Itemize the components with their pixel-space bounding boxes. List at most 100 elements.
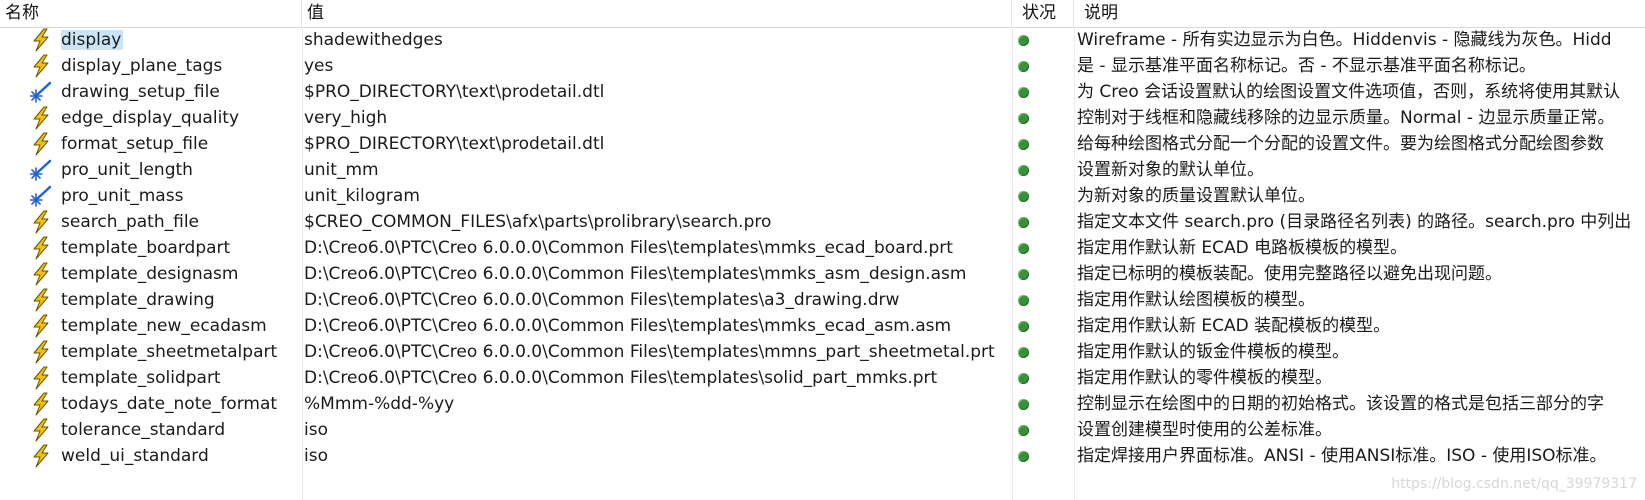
option-description: 为 Creo 会话设置默认的绘图设置文件选项值，否则，系统将使用其默认: [1077, 82, 1621, 102]
table-row[interactable]: format_setup_file $PRO_DIRECTORY\text\pro…: [0, 131, 1645, 157]
option-name[interactable]: tolerance_standard: [61, 417, 301, 443]
table-body: display shadewithedges Wireframe - 所有实边显示为…: [0, 27, 1645, 469]
status-dot-icon: [1018, 321, 1029, 332]
table-row[interactable]: template_new_ecadasm D:\Creo6.0\PTC\Creo …: [0, 313, 1645, 339]
option-name[interactable]: template_sheetmetalpart: [61, 339, 301, 365]
status-dot-icon: [1018, 373, 1029, 384]
option-description: 控制对于线框和隐藏线移除的边显示质量。Normal - 边显示质量正常。: [1077, 108, 1615, 128]
table-row[interactable]: display shadewithedges Wireframe - 所有实边显示为…: [0, 27, 1645, 53]
status-cell: [1018, 157, 1068, 183]
option-name[interactable]: display_plane_tags: [61, 53, 301, 79]
option-value[interactable]: unit_kilogram: [304, 183, 1009, 209]
option-description: 给每种绘图格式分配一个分配的设置文件。要为绘图格式分配绘图参数: [1077, 134, 1604, 154]
option-value[interactable]: $PRO_DIRECTORY\text\prodetail.dtl: [304, 131, 1009, 157]
option-description: 是 - 显示基准平面名称标记。否 - 不显示基准平面名称标记。: [1077, 56, 1536, 76]
option-value[interactable]: D:\Creo6.0\PTC\Creo 6.0.0.0\Common Files…: [304, 261, 1009, 287]
option-name-text: todays_date_note_format: [61, 394, 278, 414]
option-name-text: display_plane_tags: [61, 56, 223, 76]
table-row[interactable]: template_boardpart D:\Creo6.0\PTC\Creo 6.…: [0, 235, 1645, 261]
lightning-icon: [30, 313, 54, 339]
option-name[interactable]: pro_unit_length: [61, 157, 301, 183]
option-value[interactable]: iso: [304, 443, 1009, 469]
table-row[interactable]: drawing_setup_file $PRO_DIRECTORY\text\pr…: [0, 79, 1645, 105]
option-name[interactable]: template_boardpart: [61, 235, 301, 261]
option-description: 指定文本文件 search.pro (目录路径名列表) 的路径。search.p…: [1077, 212, 1632, 232]
star-wand-icon: [30, 79, 54, 105]
option-description: Wireframe - 所有实边显示为白色。Hiddenvis - 隐藏线为灰色…: [1077, 30, 1612, 50]
column-header-value[interactable]: 值: [302, 0, 1012, 27]
option-description: 指定用作默认绘图模板的模型。: [1077, 290, 1315, 310]
status-dot-icon: [1018, 191, 1029, 202]
option-name[interactable]: format_setup_file: [61, 131, 301, 157]
lightning-icon: [30, 131, 54, 157]
option-name-text: weld_ui_standard: [61, 446, 209, 466]
status-cell: [1018, 105, 1068, 131]
option-name-text: template_boardpart: [61, 238, 231, 258]
table-row[interactable]: display_plane_tags yes 是 - 显示基准平面名称标记。否 - …: [0, 53, 1645, 79]
option-value[interactable]: D:\Creo6.0\PTC\Creo 6.0.0.0\Common Files…: [304, 365, 1009, 391]
option-value[interactable]: unit_mm: [304, 157, 1009, 183]
table-row[interactable]: pro_unit_length unit_mm 设置新对象的默认单位。: [0, 157, 1645, 183]
option-value[interactable]: shadewithedges: [304, 27, 1009, 53]
option-name[interactable]: template_new_ecadasm: [61, 313, 301, 339]
status-cell: [1018, 235, 1068, 261]
lightning-icon: [30, 27, 54, 53]
option-name[interactable]: todays_date_note_format: [61, 391, 301, 417]
status-cell: [1018, 261, 1068, 287]
table-header: 名称 值 状况 说明: [0, 0, 1645, 28]
table-row[interactable]: search_path_file $CREO_COMMON_FILES\afx\p…: [0, 209, 1645, 235]
column-header-description[interactable]: 说明: [1074, 0, 1645, 27]
option-value[interactable]: iso: [304, 417, 1009, 443]
status-dot-icon: [1018, 243, 1029, 254]
option-value[interactable]: D:\Creo6.0\PTC\Creo 6.0.0.0\Common Files…: [304, 313, 1009, 339]
option-description: 指定用作默认的零件模板的模型。: [1077, 368, 1332, 388]
table-row[interactable]: tolerance_standard iso 设置创建模型时使用的公差标准。: [0, 417, 1645, 443]
table-row[interactable]: template_designasm D:\Creo6.0\PTC\Creo 6.…: [0, 261, 1645, 287]
option-name[interactable]: display: [61, 27, 301, 53]
status-dot-icon: [1018, 217, 1029, 228]
column-header-status[interactable]: 状况: [1012, 0, 1074, 27]
table-row[interactable]: pro_unit_mass unit_kilogram 为新对象的质量设置默认单位。: [0, 183, 1645, 209]
lightning-icon: [30, 261, 54, 287]
option-value[interactable]: D:\Creo6.0\PTC\Creo 6.0.0.0\Common Files…: [304, 287, 1009, 313]
table-row[interactable]: template_solidpart D:\Creo6.0\PTC\Creo 6.…: [0, 365, 1645, 391]
lightning-icon: [30, 417, 54, 443]
table-row[interactable]: weld_ui_standard iso 指定焊接用户界面标准。ANSI - 使用A…: [0, 443, 1645, 469]
option-value[interactable]: %Mmm-%dd-%yy: [304, 391, 1009, 417]
option-name[interactable]: edge_display_quality: [61, 105, 301, 131]
star-wand-icon: [30, 157, 54, 183]
table-row[interactable]: template_drawing D:\Creo6.0\PTC\Creo 6.0.…: [0, 287, 1645, 313]
option-name[interactable]: template_solidpart: [61, 365, 301, 391]
lightning-icon: [30, 287, 54, 313]
lightning-icon: [30, 105, 54, 131]
option-value[interactable]: D:\Creo6.0\PTC\Creo 6.0.0.0\Common Files…: [304, 235, 1009, 261]
table-row[interactable]: todays_date_note_format %Mmm-%dd-%yy 控制显示在…: [0, 391, 1645, 417]
option-name-text: tolerance_standard: [61, 420, 226, 440]
option-name[interactable]: search_path_file: [61, 209, 301, 235]
option-name[interactable]: template_designasm: [61, 261, 301, 287]
column-header-name[interactable]: 名称: [0, 0, 302, 27]
option-value[interactable]: very_high: [304, 105, 1009, 131]
table-row[interactable]: edge_display_quality very_high 控制对于线框和隐藏线移…: [0, 105, 1645, 131]
status-cell: [1018, 27, 1068, 53]
status-cell: [1018, 209, 1068, 235]
option-value[interactable]: D:\Creo6.0\PTC\Creo 6.0.0.0\Common Files…: [304, 339, 1009, 365]
option-name[interactable]: weld_ui_standard: [61, 443, 301, 469]
status-cell: [1018, 313, 1068, 339]
option-name-text: template_solidpart: [61, 368, 221, 388]
option-name[interactable]: pro_unit_mass: [61, 183, 301, 209]
lightning-icon: [30, 209, 54, 235]
option-value[interactable]: yes: [304, 53, 1009, 79]
option-name[interactable]: drawing_setup_file: [61, 79, 301, 105]
option-description: 指定用作默认新 ECAD 装配模板的模型。: [1077, 316, 1391, 336]
status-cell: [1018, 339, 1068, 365]
lightning-icon: [30, 391, 54, 417]
table-row[interactable]: template_sheetmetalpart D:\Creo6.0\PTC\Cr…: [0, 339, 1645, 365]
option-description: 控制显示在绘图中的日期的初始格式。该设置的格式是包括三部分的字: [1077, 394, 1604, 414]
option-value[interactable]: $CREO_COMMON_FILES\afx\parts\prolibrary\…: [304, 209, 1009, 235]
option-name-text: template_new_ecadasm: [61, 316, 267, 336]
option-value[interactable]: $PRO_DIRECTORY\text\prodetail.dtl: [304, 79, 1009, 105]
status-cell: [1018, 287, 1068, 313]
option-name-text: template_sheetmetalpart: [61, 342, 278, 362]
option-name[interactable]: template_drawing: [61, 287, 301, 313]
